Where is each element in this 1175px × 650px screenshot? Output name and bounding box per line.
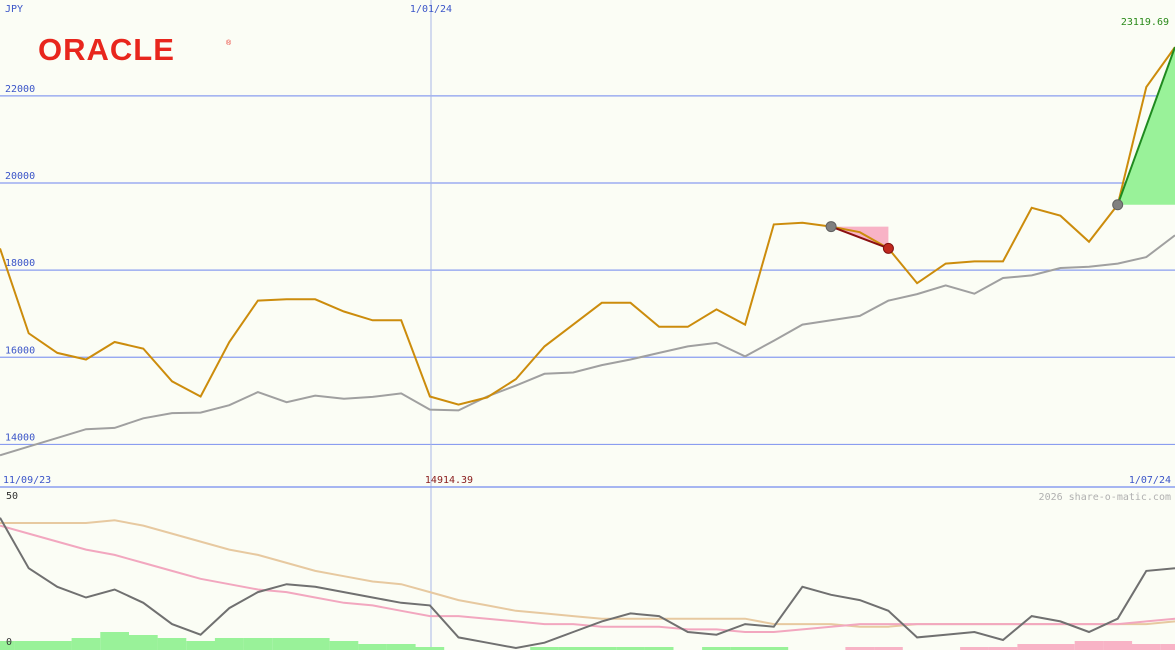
- end-date-label: 1/07/24: [1129, 475, 1171, 486]
- oscillator-bar: [100, 632, 129, 650]
- min-price-label: 14914.39: [425, 475, 473, 486]
- moving-average-line: [0, 234, 1175, 457]
- start-date-label: 11/09/23: [3, 475, 51, 486]
- oscillator-bar: [272, 638, 301, 650]
- oscillator-bar: [71, 638, 101, 650]
- y-tick-label: 22000: [5, 84, 35, 95]
- oscillator-bar: [14, 641, 44, 650]
- main-grid: 14000 16000 18000 20000 22000: [0, 0, 1175, 650]
- y-tick-label: 20000: [5, 171, 35, 182]
- y-tick-label: 18000: [5, 258, 35, 269]
- price-lines: [0, 46, 1175, 457]
- oscillator-panel: [0, 517, 1175, 650]
- oscillator-bar: [243, 638, 273, 650]
- oscillator-bar: [1103, 641, 1133, 650]
- oscillator-pink-line: [0, 524, 1175, 633]
- oscillator-bar: [1074, 641, 1104, 650]
- y-tick-label: 14000: [5, 432, 35, 443]
- loss-signal-end-marker: [882, 242, 894, 254]
- date-marker-label: 1/01/24: [410, 4, 452, 15]
- oscillator-bar: [214, 638, 244, 650]
- oscillator-bar: [329, 641, 359, 650]
- loss-signal-start-marker: [825, 221, 837, 233]
- y-tick-label: 16000: [5, 345, 35, 356]
- oscillator-bar: [1132, 644, 1161, 650]
- registered-mark: ®: [226, 39, 232, 47]
- oscillator-bar: [129, 635, 158, 650]
- watermark: 2026 share-o-matic.com: [1039, 492, 1171, 503]
- oscillator-top-label: 50: [6, 491, 18, 502]
- oscillator-bottom-label: 0: [6, 637, 12, 648]
- oscillator-bar: [1160, 644, 1175, 650]
- chart-canvas: 14000 16000 18000 20000 22000 ORACLE ® JPY 1…: [0, 0, 1175, 650]
- stock-chart: 14000 16000 18000 20000 22000 ORACLE ® JPY 1…: [0, 0, 1175, 650]
- oscillator-bar: [43, 641, 72, 650]
- oscillator-bar: [1046, 644, 1075, 650]
- currency-label: JPY: [5, 4, 23, 15]
- oscillator-bar: [300, 638, 330, 650]
- last-price-label: 23119.69: [1121, 17, 1169, 28]
- oscillator-bar: [386, 644, 416, 650]
- oscillator-bar: [1017, 644, 1047, 650]
- oscillator-bar: [358, 644, 387, 650]
- oscillator-dark-line: [0, 517, 1175, 650]
- oscillator-bar: [186, 641, 215, 650]
- oscillator-bar: [157, 638, 187, 650]
- oscillator-tan-line: [0, 519, 1175, 628]
- gain-signal-start-marker: [1112, 199, 1124, 211]
- oracle-logo: ORACLE: [38, 32, 175, 67]
- signal-areas: [831, 47, 1175, 249]
- price-line: [0, 46, 1175, 406]
